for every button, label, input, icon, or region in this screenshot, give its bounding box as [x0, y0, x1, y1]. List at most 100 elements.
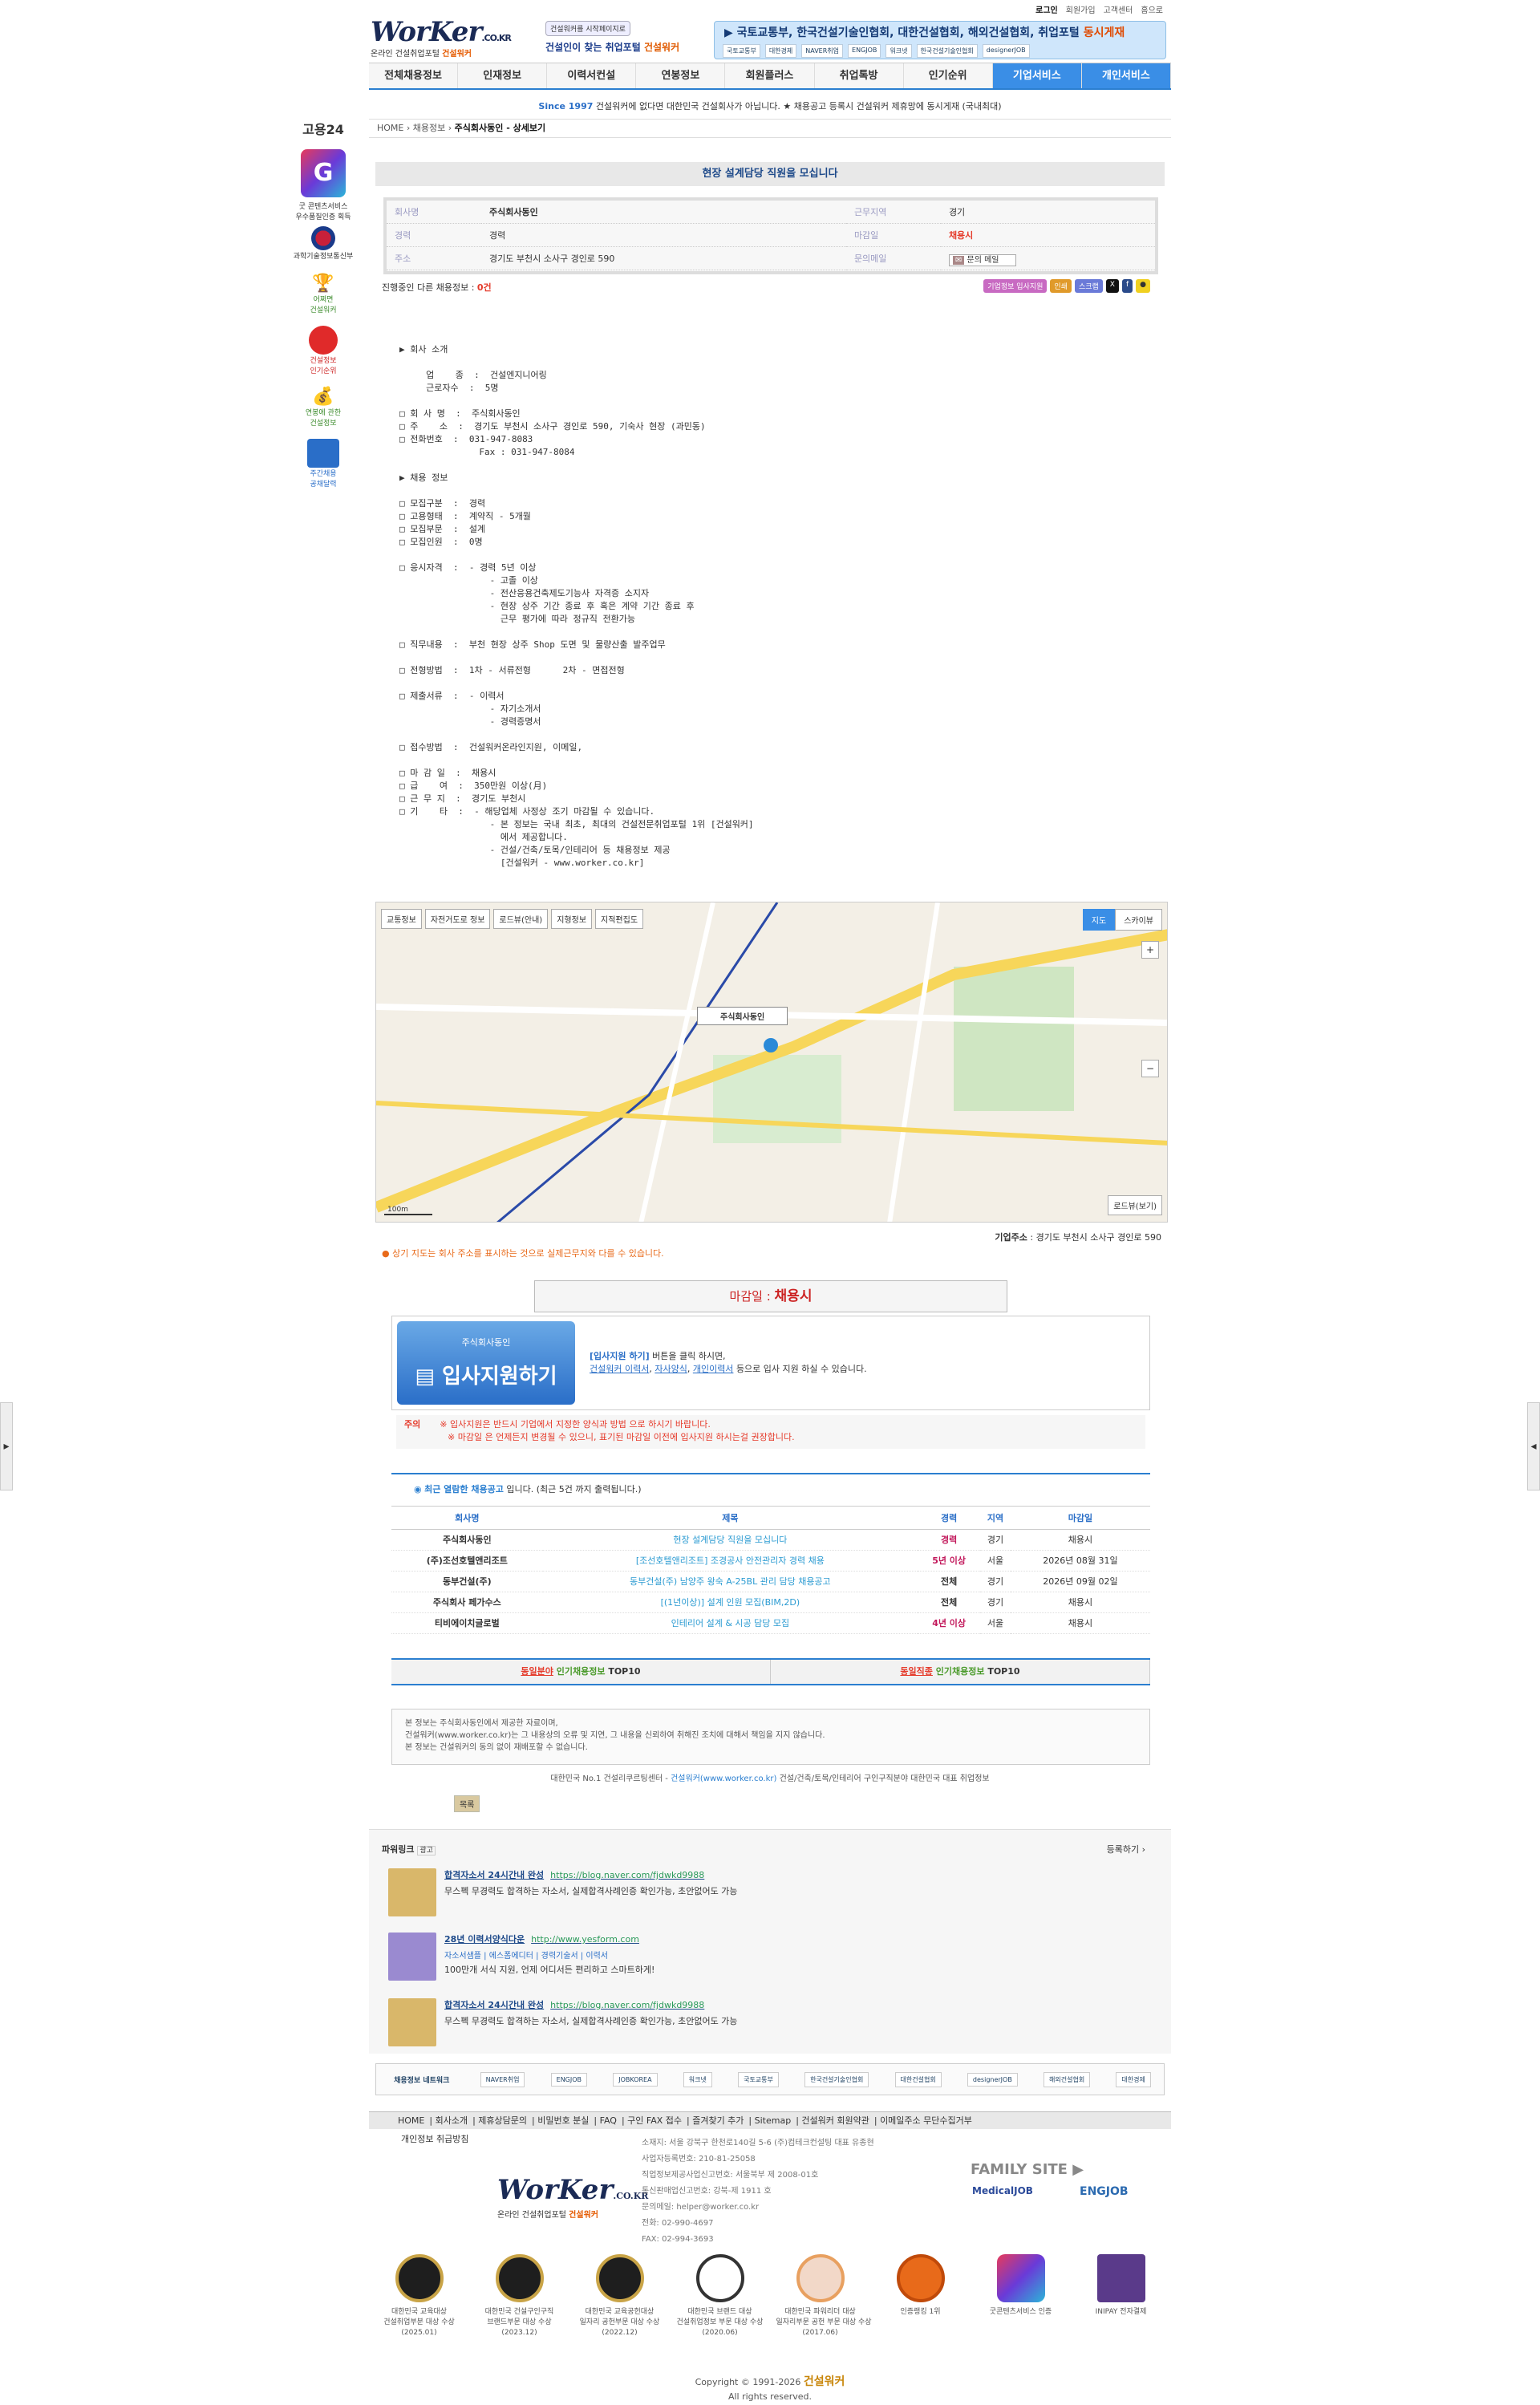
table-row[interactable]: 주식회사동인 현장 설계담당 직원을 모십니다 경력 경기 채용시: [391, 1529, 1150, 1551]
nav-resume[interactable]: 이력서컨설: [547, 63, 637, 88]
nav-personal-service[interactable]: 개인서비스: [1081, 63, 1171, 88]
kakao-share-icon[interactable]: ●: [1136, 279, 1150, 293]
email-button[interactable]: ✉ 문의 메일: [948, 253, 1016, 266]
caution-line: ※ 마감일 은 언제든지 변경될 수 있으니, 표기된 마감일 이전에 입사지원…: [448, 1432, 795, 1442]
family-site-medicaljob[interactable]: MedicalJOB: [972, 2185, 1033, 2196]
other-jobs[interactable]: 진행중인 다른 채용정보 : 0건: [382, 281, 492, 294]
table-row[interactable]: 티비에이치글로벌 인테리어 설계 & 시공 담당 모집 4년 이상 서울 채용시: [391, 1612, 1150, 1634]
apply-button[interactable]: 주식회사동인 ▤ 입사지원하기: [397, 1321, 575, 1405]
footer-link[interactable]: 구인 FAX 접수: [627, 2115, 682, 2126]
home-link[interactable]: 홈으로: [1141, 3, 1163, 15]
partner-logo[interactable]: designerJOB: [967, 2072, 1018, 2087]
nav-all-jobs[interactable]: 전체채용정보: [369, 63, 459, 88]
table-row[interactable]: (주)조선호텔앤리조트 [조선호텔앤리조트] 조경공사 안전관리자 경력 채용 …: [391, 1550, 1150, 1572]
row-title[interactable]: 인테리어 설계 & 시공 담당 모집: [542, 1612, 918, 1634]
footer-link[interactable]: 비밀번호 분실: [537, 2115, 589, 2126]
breadcrumb-home[interactable]: HOME: [377, 123, 403, 133]
ad-title[interactable]: 28년 이력서양식다운 http://www.yesform.com: [444, 1933, 639, 1945]
partner-logo[interactable]: 한국건설기술인협회: [804, 2071, 869, 2087]
row-title[interactable]: 현장 설계담당 직원을 모십니다: [542, 1529, 918, 1551]
zoom-in-icon[interactable]: +: [1141, 941, 1159, 959]
partner-logo[interactable]: JOBKOREA: [613, 2072, 658, 2087]
promo-line: 건설인이 찾는 취업포털 건설워커: [545, 40, 690, 54]
nav-talent[interactable]: 인재정보: [458, 63, 548, 88]
customer-center-link[interactable]: 고객센터: [1104, 3, 1133, 15]
nav-member-plus[interactable]: 회원플러스: [725, 63, 815, 88]
side-link-salary[interactable]: 💰 연봉에 관한 건설정보: [287, 387, 359, 428]
signup-link[interactable]: 회원가입: [1066, 3, 1096, 15]
left-scroll-arrow-icon[interactable]: ▸: [0, 1402, 13, 1490]
footer-link[interactable]: 즐겨찾기 추가: [692, 2115, 744, 2126]
power-link-register[interactable]: 등록하기 ›: [1107, 1843, 1145, 1855]
company-form-link[interactable]: 자사양식: [654, 1364, 687, 1374]
map-tab-roadview[interactable]: 로드뷰(안내): [493, 909, 549, 929]
ad-item[interactable]: 합격자소서 24시간내 완성 https://blog.naver.com/fjd…: [388, 1868, 1142, 1918]
nav-talk[interactable]: 취업톡방: [815, 63, 904, 88]
row-title[interactable]: [(1년이상)] 설계 인원 모집(BIM,2D): [542, 1592, 918, 1613]
row-title[interactable]: [조선호텔앤리조트] 조경공사 안전관리자 경력 채용: [542, 1550, 918, 1572]
footer-link[interactable]: 이메일주소 무단수집거부: [880, 2115, 972, 2126]
partner-logo[interactable]: 대한경제: [1116, 2071, 1151, 2087]
resume-link[interactable]: 건설워커 이력서: [590, 1364, 649, 1374]
footer-link[interactable]: 제휴상담문의: [478, 2115, 527, 2126]
print-button[interactable]: 인쇄: [1050, 279, 1072, 293]
partner-logo[interactable]: 채용정보 네트워크: [389, 2072, 454, 2087]
right-scroll-arrow-icon[interactable]: ◂: [1527, 1402, 1540, 1490]
partner-logo[interactable]: 해외건설협회: [1044, 2071, 1091, 2087]
side-link-ranking[interactable]: 건설정보 인기순위: [287, 326, 359, 375]
footer-link[interactable]: HOME: [398, 2115, 424, 2126]
side-link-calendar[interactable]: 주간채용 공채달력: [287, 439, 359, 489]
table-row[interactable]: 동부건설(주) 동부건설(주) 남양주 왕숙 A-25BL 관리 담당 채용공고…: [391, 1571, 1150, 1592]
partner-logo[interactable]: ENGJOB: [550, 2072, 588, 2087]
roadview-button[interactable]: 로드뷰(보기): [1108, 1195, 1162, 1215]
footer-link[interactable]: 회사소개: [436, 2115, 468, 2126]
personal-resume-link[interactable]: 개인이력서: [693, 1364, 734, 1374]
nav-salary[interactable]: 연봉정보: [636, 63, 726, 88]
map-type-skyview[interactable]: 스카이뷰: [1115, 909, 1162, 931]
share-icon[interactable]: f: [1121, 279, 1133, 293]
side-link-worker[interactable]: 🏆 어쩌면 건설워커: [287, 274, 359, 314]
ad-title[interactable]: 합격자소서 24시간내 완성 https://blog.naver.com/fjd…: [444, 1868, 704, 1881]
side-link-calendar-label: 주간채용 공채달력: [310, 470, 337, 489]
ad-item[interactable]: 합격자소서 24시간내 완성 https://blog.naver.com/fjd…: [388, 1998, 1142, 2048]
partner-banner[interactable]: ▶ 국토교통부, 한국건설기술인협회, 대한건설협회, 해외건설협회, 취업포털…: [714, 21, 1166, 59]
apply-instr-btn: [입사지원 하기]: [590, 1351, 650, 1361]
location-map[interactable]: 교통정보 자전거도로 정보 로드뷰(안내) 지형정보 지적편집도 지도 스카이뷰…: [375, 902, 1168, 1223]
map-tab-terrain[interactable]: 지형정보: [551, 909, 593, 929]
partner-logo[interactable]: NAVER취업: [480, 2071, 525, 2087]
start-page-promo[interactable]: 건설워커를 시작페이지로 건설인이 찾는 취업포털 건설워커: [545, 21, 690, 59]
scrap-button[interactable]: 스크랩: [1074, 279, 1103, 293]
footer-link[interactable]: FAQ: [600, 2115, 617, 2126]
map-type-map[interactable]: 지도: [1082, 909, 1116, 931]
privacy-link[interactable]: 개인정보 취급방침: [401, 2132, 468, 2145]
family-site-engjob[interactable]: ENGJOB: [1080, 2185, 1129, 2198]
partner-logo[interactable]: 워크넷: [683, 2071, 712, 2087]
top10-c: TOP10: [608, 1666, 641, 1677]
row-title[interactable]: 동부건설(주) 남양주 왕숙 A-25BL 관리 담당 채용공고: [542, 1571, 918, 1592]
top10-same-field-tab[interactable]: 동일분야 인기채용정보 TOP10: [391, 1660, 771, 1684]
table-row[interactable]: 주식회사 페가수스 [(1년이상)] 설계 인원 모집(BIM,2D) 전체 경…: [391, 1592, 1150, 1613]
map-tab-traffic[interactable]: 교통정보: [381, 909, 422, 929]
company-info-apply-button[interactable]: 기업정보 입사지원: [983, 279, 1048, 293]
partner-logo[interactable]: 대한건설협회: [894, 2071, 942, 2087]
breadcrumb-jobs[interactable]: 채용정보: [413, 123, 445, 133]
ad-sublinks[interactable]: 자소서샘플 | 에스폼에디터 | 경력기술서 | 이력서: [444, 1949, 608, 1961]
x-share-icon[interactable]: X: [1105, 279, 1119, 293]
map-tab-bike[interactable]: 자전거도로 정보: [424, 909, 491, 929]
good-content-label: 굿 콘텐츠서비스 우수품질인증 획득: [295, 203, 351, 221]
ad-item[interactable]: 28년 이력서양식다운 http://www.yesform.com 자소서샘플 …: [388, 1933, 1142, 1982]
login-link[interactable]: 로그인: [1035, 3, 1058, 15]
nav-ranking[interactable]: 인기순위: [904, 63, 993, 88]
partner-logo[interactable]: 국토교통부: [738, 2071, 779, 2087]
footer-link[interactable]: Sitemap: [755, 2115, 792, 2126]
top10-same-job-tab[interactable]: 동일직종 인기채용정보 TOP10: [771, 1660, 1150, 1684]
brand-line-link[interactable]: 건설워커(www.worker.co.kr): [671, 1774, 776, 1783]
site-logo[interactable]: WorKer.CO.KR: [371, 16, 512, 48]
map-tab-cadastral[interactable]: 지적편집도: [595, 909, 644, 929]
nav-company-service[interactable]: 기업서비스: [992, 63, 1082, 88]
footer-link[interactable]: 건설워커 회원약관: [801, 2115, 869, 2126]
zoom-out-icon[interactable]: −: [1141, 1060, 1159, 1077]
goyong24-logo[interactable]: 고용24: [287, 119, 359, 138]
ad-title[interactable]: 합격자소서 24시간내 완성 https://blog.naver.com/fjd…: [444, 1998, 704, 2011]
list-button[interactable]: 목록: [454, 1795, 480, 1812]
